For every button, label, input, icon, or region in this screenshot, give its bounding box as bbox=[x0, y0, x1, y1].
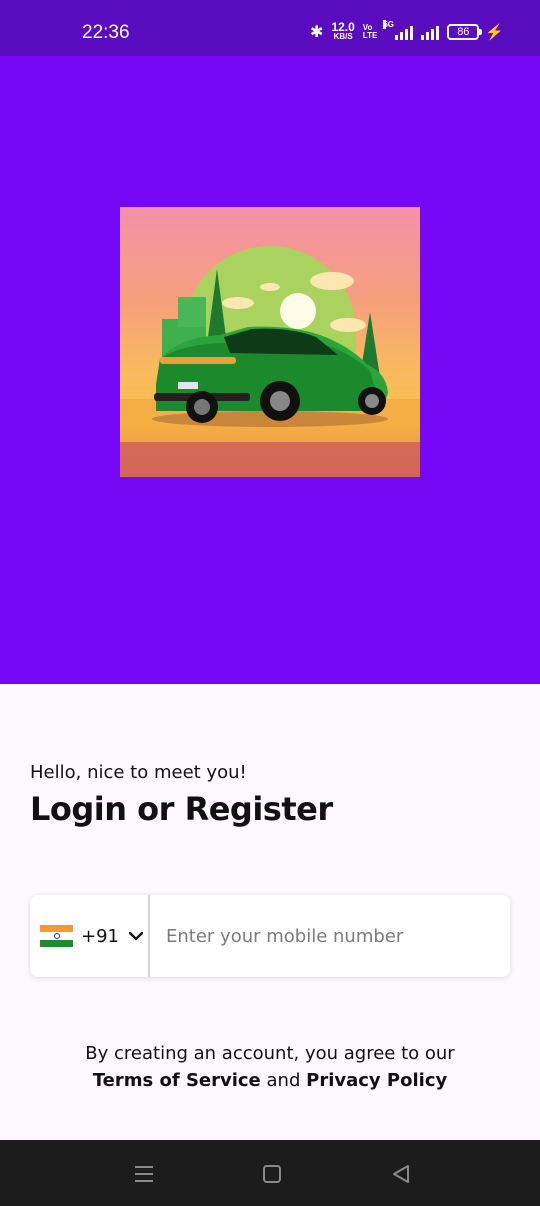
terms-of-service-link[interactable]: Terms of Service bbox=[93, 1070, 261, 1091]
login-sheet: Hello, nice to meet you! Login or Regist… bbox=[0, 684, 540, 1140]
terms-and: and bbox=[266, 1070, 301, 1091]
country-code-picker[interactable]: +91 bbox=[30, 895, 150, 977]
volte-bottom: LTE bbox=[362, 31, 378, 40]
bluetooth-icon: ✱ bbox=[310, 24, 324, 41]
phone-number-field: +91 bbox=[30, 895, 510, 977]
terms-notice: By creating an account, you agree to our… bbox=[0, 1040, 540, 1094]
privacy-policy-link[interactable]: Privacy Policy bbox=[306, 1070, 447, 1091]
signal-5g-icon: 5G bbox=[383, 20, 414, 40]
battery-icon: 86 ⚡ bbox=[447, 23, 504, 41]
back-triangle-icon[interactable] bbox=[389, 1162, 413, 1186]
car-illustration-svg bbox=[120, 246, 420, 477]
signal-icon bbox=[421, 24, 440, 40]
status-icons: ✱ 12.0 KB/S Vo LTE 5G 86 ⚡ bbox=[310, 20, 504, 42]
india-flag-icon bbox=[40, 925, 73, 947]
page-title: Login or Register bbox=[30, 790, 333, 828]
network-speed: 12.0 KB/S bbox=[331, 20, 355, 41]
home-square-icon[interactable] bbox=[260, 1162, 284, 1186]
terms-prefix: By creating an account, you agree to our bbox=[85, 1043, 455, 1064]
network-speed-unit: KB/S bbox=[333, 32, 353, 41]
status-bar: 22:36 ✱ 12.0 KB/S Vo LTE 5G 86 ⚡ bbox=[0, 0, 540, 56]
system-nav-bar bbox=[0, 1140, 540, 1206]
battery-level: 86 bbox=[447, 24, 483, 40]
network-speed-value: 12.0 bbox=[331, 20, 355, 34]
menu-icon[interactable] bbox=[132, 1162, 156, 1186]
bolt-icon: ⚡ bbox=[485, 24, 504, 41]
car-illustration bbox=[120, 207, 420, 477]
greeting-text: Hello, nice to meet you! bbox=[30, 762, 247, 783]
chevron-down-icon bbox=[128, 931, 144, 941]
country-code: +91 bbox=[81, 925, 119, 947]
network-type: 5G bbox=[383, 20, 394, 29]
mobile-number-input[interactable] bbox=[150, 895, 510, 977]
volte-indicator: Vo LTE bbox=[363, 24, 378, 40]
status-time: 22:36 bbox=[82, 22, 130, 43]
hero-banner bbox=[0, 56, 540, 684]
